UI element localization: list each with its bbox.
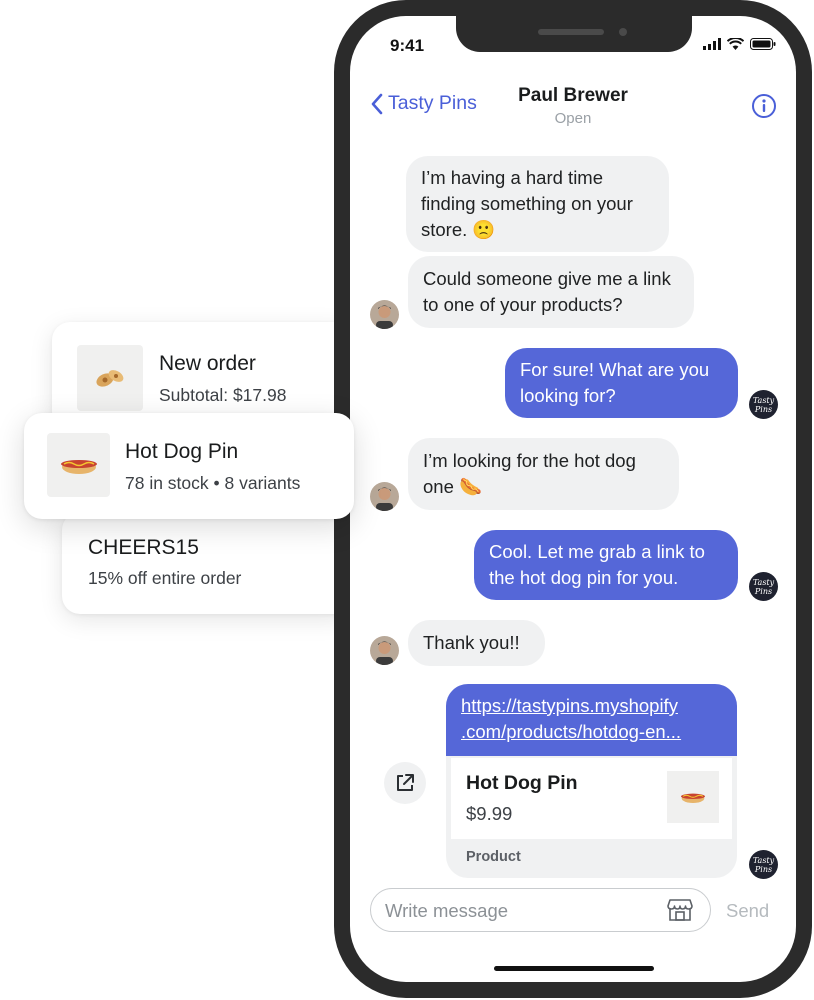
chat-screen: 9:41 Tasty Pins Paul Brewer Open I’m hav… bbox=[350, 16, 796, 982]
status-icons bbox=[703, 38, 776, 50]
status-time: 9:41 bbox=[390, 36, 425, 55]
product-card-title: Hot Dog Pin bbox=[125, 440, 239, 463]
product-url-link[interactable]: https://tastypins.myshopify .com/product… bbox=[446, 684, 737, 756]
message-bubble-incoming: Could someone give me a link to one of y… bbox=[408, 256, 694, 328]
message-input[interactable]: Write message bbox=[370, 888, 711, 932]
store-avatar: Tasty Pins bbox=[749, 850, 778, 879]
phone-frame: 9:41 Tasty Pins Paul Brewer Open I’m hav… bbox=[334, 0, 812, 998]
info-icon[interactable] bbox=[751, 93, 777, 119]
store-avatar: Tasty Pins bbox=[749, 572, 778, 601]
message-bubble-incoming: I’m looking for the hot dog one 🌭 bbox=[408, 438, 679, 510]
open-external-button[interactable] bbox=[384, 762, 426, 804]
order-card-subtotal: Subtotal: $17.98 bbox=[159, 385, 287, 405]
discount-code: CHEERS15 bbox=[88, 536, 199, 559]
message-bubble-outgoing: Cool. Let me grab a link to the hot dog … bbox=[474, 530, 738, 600]
external-link-icon bbox=[397, 774, 414, 791]
contact-name: Paul Brewer bbox=[518, 85, 628, 106]
product-preview[interactable]: Hot Dog Pin $9.99 bbox=[451, 758, 732, 839]
hotdog-pin-image bbox=[667, 771, 719, 823]
conversation-status: Open bbox=[554, 110, 592, 127]
customer-avatar bbox=[370, 300, 399, 329]
order-card-title: New order bbox=[159, 352, 256, 375]
signal-icon bbox=[703, 38, 721, 50]
product-url-line1: https://tastypins.myshopify bbox=[461, 695, 678, 716]
send-button[interactable]: Send bbox=[726, 900, 769, 922]
message-placeholder: Write message bbox=[385, 900, 509, 921]
discount-description: 15% off entire order bbox=[88, 568, 242, 588]
order-product-image bbox=[77, 345, 143, 411]
product-card-stock: 78 in stock • 8 variants bbox=[125, 473, 301, 493]
home-indicator bbox=[494, 966, 654, 971]
store-icon[interactable] bbox=[667, 898, 693, 922]
hotdog-pin-image bbox=[47, 433, 110, 497]
message-bubble-outgoing: For sure! What are you looking for? bbox=[505, 348, 738, 418]
message-bubble-incoming: I’m having a hard time finding something… bbox=[406, 156, 669, 252]
product-link-message[interactable]: https://tastypins.myshopify .com/product… bbox=[446, 684, 737, 878]
product-preview-title: Hot Dog Pin bbox=[466, 772, 578, 794]
store-avatar: Tasty Pins bbox=[749, 390, 778, 419]
discount-card[interactable]: CHEERS15 15% off entire order bbox=[62, 512, 352, 614]
product-preview-type: Product bbox=[466, 849, 521, 865]
customer-avatar bbox=[370, 482, 399, 511]
message-bubble-incoming: Thank you!! bbox=[408, 620, 545, 666]
product-preview-price: $9.99 bbox=[466, 803, 513, 824]
battery-icon bbox=[750, 38, 776, 50]
product-url-line2: .com/products/hotdog-en... bbox=[461, 721, 682, 742]
customer-avatar bbox=[370, 636, 399, 665]
wifi-icon bbox=[727, 38, 744, 50]
product-card[interactable]: Hot Dog Pin 78 in stock • 8 variants bbox=[24, 413, 354, 519]
phone-notch bbox=[456, 16, 692, 52]
